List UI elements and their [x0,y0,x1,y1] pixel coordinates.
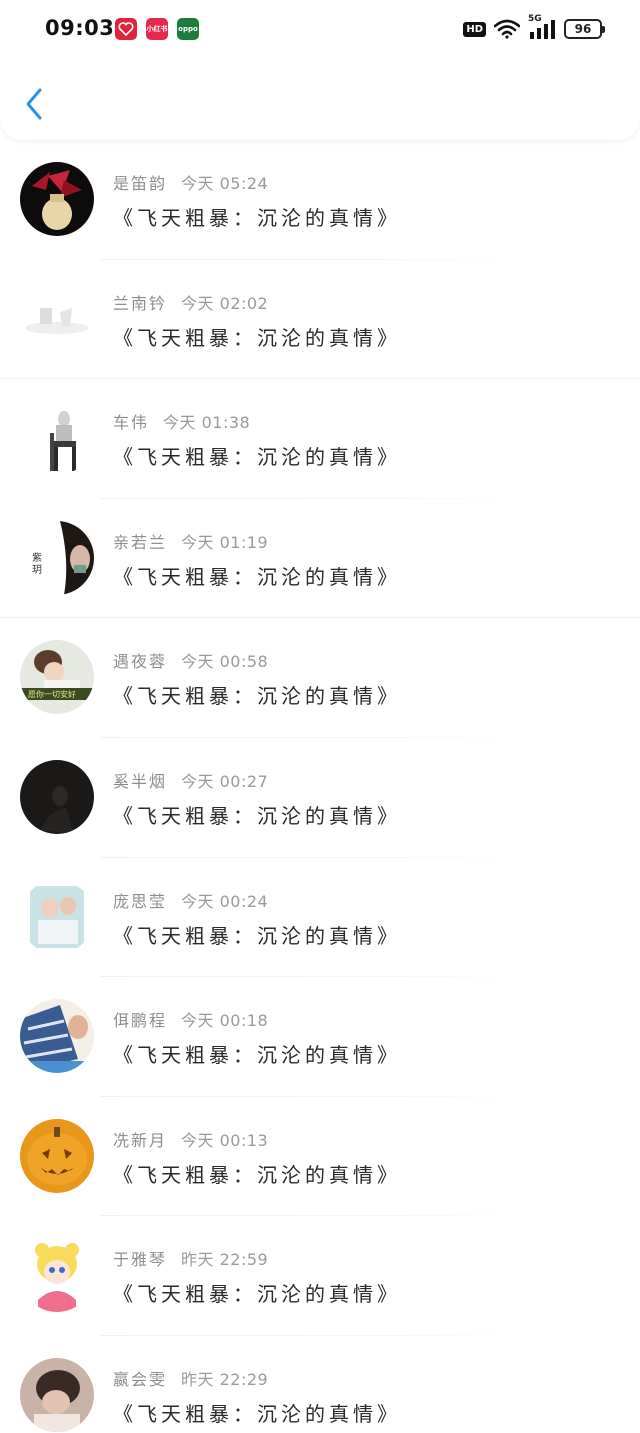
message-title: 《飞天粗暴：沉沦的真情》 [113,1162,401,1187]
svg-text:玥: 玥 [32,564,42,576]
sender-name: 兰南钤 [113,293,168,313]
avatar[interactable] [20,879,94,954]
avatar[interactable]: 愿你一切安好 [20,640,94,715]
list-item[interactable]: 于雅琴 昨天 22:59 《飞天粗暴：沉沦的真情》 [0,1216,640,1336]
message-time: 今天 00:13 [181,1130,269,1150]
list-item[interactable]: 奚半烟 今天 00:27 《飞天粗暴：沉沦的真情》 [0,738,640,858]
list-item[interactable]: 冼新月 今天 00:13 《飞天粗暴：沉沦的真情》 [0,1097,640,1217]
status-time: 09:03 [45,16,115,40]
svg-text:紫: 紫 [32,552,42,564]
svg-text:愿你一切安好: 愿你一切安好 [28,689,76,699]
hd-badge: HD [463,21,486,37]
top-bar: 09:03 小红书 oppo HD 5G 96 [0,0,640,140]
message-title: 《飞天粗暴：沉沦的真情》 [113,803,401,828]
message-title: 《飞天粗暴：沉沦的真情》 [113,684,401,709]
heart-app-icon [115,18,137,40]
message-title: 《飞天粗暴：沉沦的真情》 [113,445,401,470]
message-title: 《飞天粗暴：沉沦的真情》 [113,923,401,948]
battery-indicator: 96 [564,19,605,39]
back-button[interactable] [20,84,50,124]
avatar[interactable] [20,1357,94,1432]
avatar[interactable]: 紫 玥 [20,520,94,595]
status-bar: 09:03 小红书 oppo HD 5G 96 [0,0,640,58]
sender-line: 佴鹏程 今天 00:18 [113,1007,268,1031]
avatar[interactable] [20,1238,94,1313]
sender-name: 冼新月 [113,1130,168,1150]
sender-name: 是笛韵 [113,174,168,193]
message-title: 《飞天粗暴：沉沦的真情》 [113,564,401,589]
list-item[interactable]: 兰南钤 今天 02:02 《飞天粗暴：沉沦的真情》 [0,260,640,380]
xiaohongshu-app-icon: 小红书 [146,18,168,40]
list-item[interactable]: 车伟 今天 01:38 《飞天粗暴：沉沦的真情》 [0,379,640,499]
message-time: 今天 00:27 [181,771,269,791]
list-item[interactable]: 紫 玥 亲若兰 今天 01:19 《飞天粗暴：沉沦的真情》 [0,499,640,619]
list-item[interactable]: 庞思莹 今天 00:24 《飞天粗暴：沉沦的真情》 [0,858,640,978]
sender-name: 车伟 [113,413,150,433]
message-time: 今天 00:18 [181,1011,269,1031]
cellular-signal-icon: 5G [528,14,556,40]
oppo-app-icon: oppo [177,18,199,40]
avatar[interactable] [20,162,94,236]
message-title: 《飞天粗暴：沉沦的真情》 [113,325,401,350]
sender-line: 奚半烟 今天 00:27 [113,768,268,792]
message-time: 昨天 22:29 [181,1369,269,1389]
list-item[interactable]: 是笛韵 今天 05:24 《飞天粗暴：沉沦的真情》 [0,140,640,260]
message-time: 今天 02:02 [181,293,269,313]
avatar[interactable] [20,999,94,1074]
sender-line: 亲若兰 今天 01:19 [113,529,268,553]
wifi-icon [494,19,520,39]
sender-name: 佴鹏程 [113,1011,168,1031]
message-time: 今天 05:24 [181,174,269,193]
message-time: 今天 00:24 [181,891,269,911]
sender-name: 遇夜蓉 [113,652,168,672]
sender-line: 兰南钤 今天 02:02 [113,290,268,314]
message-time: 今天 01:38 [163,413,251,433]
sender-name: 奚半烟 [113,771,168,791]
list-item[interactable]: 佴鹏程 今天 00:18 《飞天粗暴：沉沦的真情》 [0,977,640,1097]
sender-line: 庞思莹 今天 00:24 [113,888,268,912]
sender-line: 嬴会雯 昨天 22:29 [113,1366,268,1390]
avatar[interactable] [20,401,94,476]
message-list: 是笛韵 今天 05:24 《飞天粗暴：沉沦的真情》 兰南钤 今天 02:02 《飞天… [0,140,640,1433]
sender-line: 于雅琴 昨天 22:59 [113,1246,268,1270]
message-title: 《飞天粗暴：沉沦的真情》 [113,206,401,230]
avatar[interactable] [20,281,94,356]
sender-line: 车伟 今天 01:38 [113,409,250,433]
list-item[interactable]: 愿你一切安好 遇夜蓉 今天 00:58 《飞天粗暴：沉沦的真情》 [0,618,640,738]
sender-name: 于雅琴 [113,1250,168,1270]
sender-name: 嬴会雯 [113,1369,168,1389]
sender-line: 遇夜蓉 今天 00:58 [113,648,268,672]
message-title: 《飞天粗暴：沉沦的真情》 [113,1401,401,1426]
sender-line: 是笛韵 今天 05:24 [113,170,268,194]
message-time: 昨天 22:59 [181,1250,269,1270]
sender-line: 冼新月 今天 00:13 [113,1127,268,1151]
chevron-left-icon [26,88,42,120]
message-time: 今天 01:19 [181,532,269,552]
list-item[interactable]: 嬴会雯 昨天 22:29 《飞天粗暴：沉沦的真情》 [0,1336,640,1433]
message-title: 《飞天粗暴：沉沦的真情》 [113,1043,401,1068]
message-time: 今天 00:58 [181,652,269,672]
sender-name: 庞思莹 [113,891,168,911]
message-title: 《飞天粗暴：沉沦的真情》 [113,1282,401,1307]
avatar[interactable] [20,759,94,834]
status-indicators: HD 5G 96 [463,14,605,40]
sender-name: 亲若兰 [113,532,168,552]
avatar[interactable] [20,1118,94,1193]
